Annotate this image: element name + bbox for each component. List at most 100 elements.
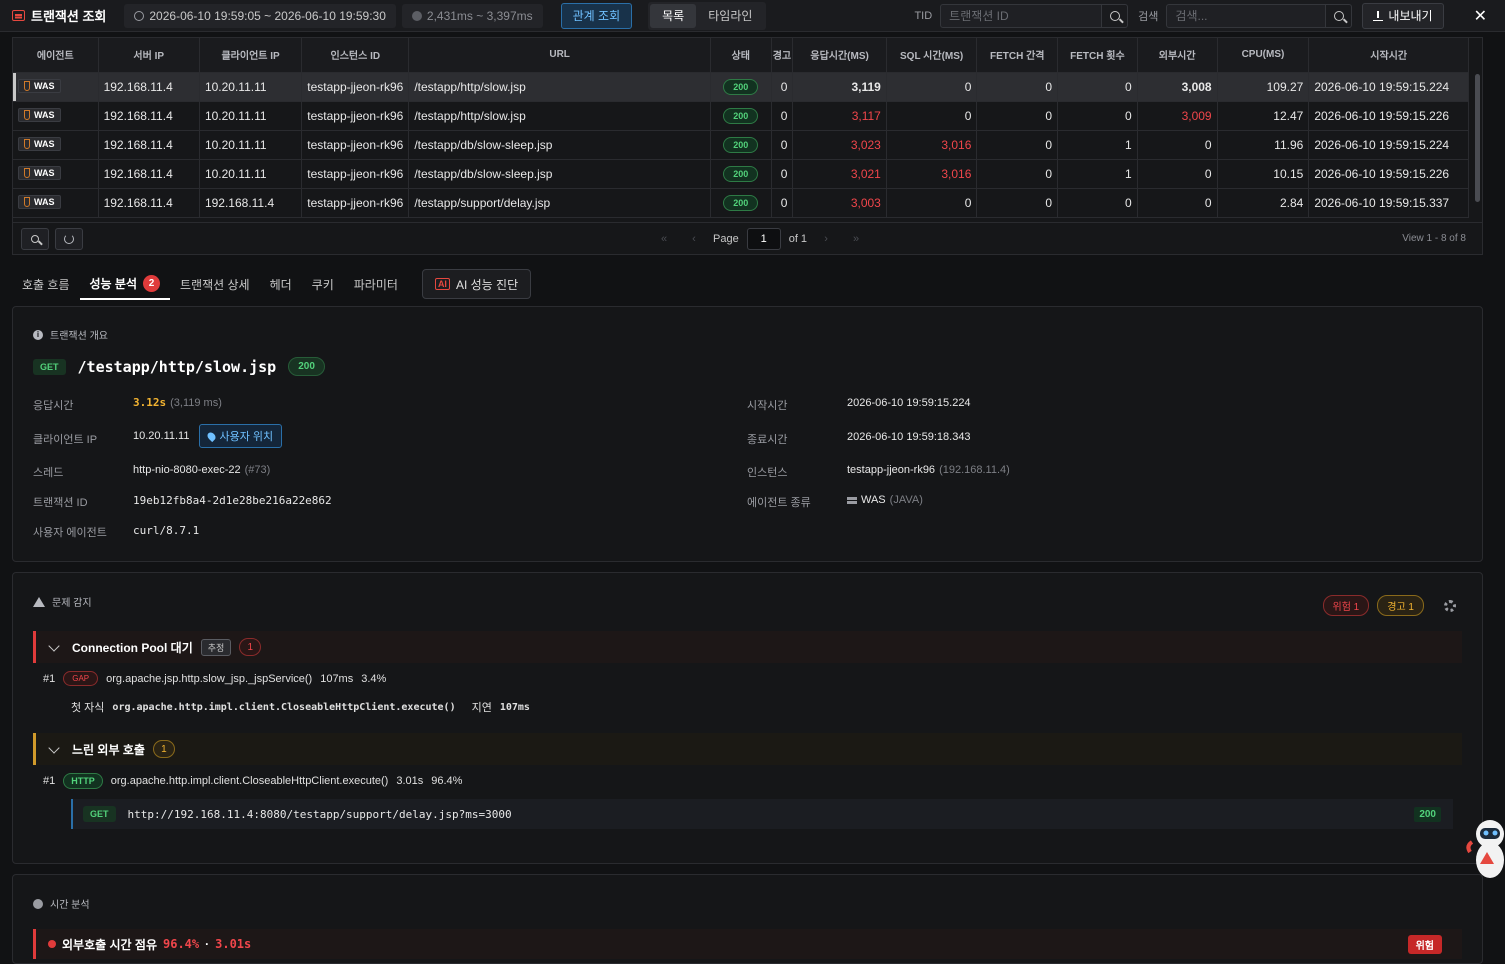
tid-input[interactable]: 트랜잭션 ID — [940, 3, 1103, 28]
start-cell: 2026-06-10 19:59:15.224 — [1308, 72, 1469, 102]
app-title: 트랜잭션 조회 — [0, 0, 118, 32]
external-url: http://192.168.11.4:8080/testapp/support… — [127, 807, 512, 821]
issue-group-slow-external[interactable]: 느린 외부 호출 1 — [33, 733, 1462, 765]
tab-tx-detail[interactable]: 트랜잭션 상세 — [170, 268, 260, 300]
url-cell: /testapp/db/slow-sleep.jsp — [408, 130, 711, 160]
col-header[interactable]: 상태 — [710, 38, 772, 73]
fetch-cnt-cell: 0 — [1057, 101, 1138, 131]
overview-panel: i 트랜잭션 개요 GET /testapp/http/slow.jsp 200… — [12, 306, 1483, 562]
time-range-chip[interactable]: 2026-06-10 19:59:05 ~ 2026-06-10 19:59:3… — [124, 3, 396, 28]
search-button[interactable] — [1326, 3, 1353, 28]
warn-cell: 0 — [771, 101, 794, 131]
tab-call-flow[interactable]: 호출 흐름 — [12, 268, 80, 300]
start-cell: 2026-06-10 19:59:15.224 — [1308, 130, 1469, 160]
http-tag: HTTP — [63, 773, 103, 789]
col-header[interactable]: SQL 시간(MS) — [886, 38, 978, 73]
fetch-gap-cell: 0 — [976, 159, 1059, 189]
external-request-row[interactable]: GET http://192.168.11.4:8080/testapp/sup… — [71, 799, 1453, 829]
tab-params[interactable]: 파라미터 — [344, 268, 408, 300]
fetch-gap-cell: 0 — [976, 101, 1059, 131]
search-input[interactable]: 검색... — [1166, 3, 1327, 28]
gauge-icon — [411, 10, 422, 21]
col-header[interactable]: 시작시간 — [1308, 38, 1469, 73]
col-header[interactable]: 서버 IP — [98, 38, 200, 73]
delay-label: 지연 — [471, 702, 492, 714]
view-list-button[interactable]: 목록 — [650, 3, 697, 28]
gear-icon[interactable] — [1444, 599, 1456, 612]
first-page-icon[interactable]: « — [653, 233, 675, 245]
close-icon[interactable]: ✕ — [1474, 6, 1487, 26]
chevron-down-icon[interactable] — [48, 640, 60, 652]
col-header-sorted[interactable]: 응답시간(MS) — [792, 38, 887, 73]
last-page-icon[interactable]: » — [845, 233, 867, 245]
issue-row[interactable]: #1 HTTP org.apache.http.impl.client.Clos… — [43, 773, 462, 789]
child-method: org.apache.http.impl.client.CloseableHtt… — [112, 701, 456, 713]
issue-row[interactable]: #1 GAP org.apache.jsp.http.slow_jsp._jsp… — [43, 671, 386, 686]
issue-group-title: 느린 외부 호출 — [72, 742, 145, 757]
start-label: 시작시간 — [747, 400, 788, 412]
col-header[interactable]: 클라이언트 IP — [199, 38, 303, 73]
time-analysis-heading: 시간 분석 — [33, 896, 90, 911]
client-ip-cell: 10.20.11.11 — [199, 130, 303, 160]
export-button[interactable]: 내보내기 — [1362, 2, 1444, 29]
tab-header[interactable]: 헤더 — [260, 268, 302, 300]
status-badge: 200 — [723, 136, 759, 153]
issue-group-conn-pool[interactable]: Connection Pool 대기 추정 1 — [33, 631, 1462, 663]
table-row[interactable]: WAS 192.168.11.4 10.20.11.11 testapp-jje… — [13, 72, 1469, 102]
view-timeline-button[interactable]: 타임라인 — [696, 4, 764, 28]
instance-cell: testapp-jjeon-rk96 — [301, 159, 410, 189]
end-label: 종료시간 — [747, 434, 788, 446]
thread-label: 스레드 — [33, 467, 64, 479]
method-badge: GET — [33, 358, 66, 375]
fetch-cnt-cell: 1 — [1057, 130, 1138, 160]
tab-cookie[interactable]: 쿠키 — [302, 268, 344, 300]
agent-cell: WAS — [13, 188, 99, 218]
cpu-cell: 109.27 — [1217, 72, 1310, 102]
col-header[interactable]: FETCH 횟수 — [1057, 38, 1138, 73]
time-item-time: 3.01s — [215, 937, 252, 951]
relation-query-button[interactable]: 관계 조회 — [560, 2, 633, 29]
table-header-row: 에이전트 서버 IP 클라이언트 IP 인스턴스 ID URL 상태 경고 응답… — [13, 38, 1469, 73]
agent-type-value: WAS (JAVA) — [847, 494, 923, 506]
server-ip-cell: 192.168.11.4 — [98, 72, 200, 102]
chevron-down-icon[interactable] — [48, 742, 60, 754]
col-header[interactable]: 에이전트 — [13, 38, 99, 73]
table-row[interactable]: WAS 192.168.11.4 10.20.11.11 testapp-jje… — [13, 130, 1469, 160]
status-cell: 200 — [710, 72, 772, 102]
prev-page-icon[interactable]: ‹ — [683, 233, 705, 245]
col-header[interactable]: 인스턴스 ID — [301, 38, 410, 73]
table-row[interactable]: WAS 192.168.11.4 10.20.11.11 testapp-jje… — [13, 159, 1469, 189]
status-cell: 200 — [710, 101, 772, 131]
view-count: View 1 - 8 of 8 — [1402, 233, 1466, 244]
ai-assistant-mascot-icon[interactable] — [1464, 812, 1505, 882]
table-scrollbar[interactable] — [1475, 74, 1480, 202]
col-header[interactable]: FETCH 간격 — [976, 38, 1059, 73]
col-header[interactable]: URL — [408, 38, 711, 73]
start-cell: 2026-06-10 19:59:15.226 — [1308, 159, 1469, 189]
resp-range-chip[interactable]: 2,431ms ~ 3,397ms — [401, 3, 543, 28]
refresh-button[interactable] — [55, 227, 83, 250]
next-page-icon[interactable]: › — [815, 233, 837, 245]
instance-cell: testapp-jjeon-rk96 — [301, 188, 410, 218]
url-cell: /testapp/support/delay.jsp — [408, 188, 711, 218]
ext-cell: 3,009 — [1137, 101, 1218, 131]
col-header[interactable]: CPU(MS) — [1217, 38, 1310, 73]
warning-icon — [33, 596, 45, 607]
tab-ai-diagnosis[interactable]: AI AI 성능 진단 — [421, 269, 532, 299]
client-ip-cell: 10.20.11.11 — [199, 159, 303, 189]
tab-performance[interactable]: 성능 분석 2 — [79, 268, 170, 300]
tid-search-button[interactable] — [1102, 3, 1129, 28]
col-header[interactable]: 외부시간 — [1137, 38, 1218, 73]
status-badge: 200 — [723, 165, 759, 182]
user-location-button[interactable]: 사용자 위치 — [199, 424, 283, 448]
ext-cell: 0 — [1137, 188, 1218, 218]
table-search-button[interactable] — [21, 227, 49, 250]
page-input[interactable]: 1 — [746, 227, 781, 250]
time-analysis-item[interactable]: 외부호출 시간 점유 96.4% · 3.01s 위험 — [33, 929, 1462, 959]
table-row[interactable]: WAS 192.168.11.4 192.168.11.4 testapp-jj… — [13, 188, 1469, 218]
table-row[interactable]: WAS 192.168.11.4 10.20.11.11 testapp-jje… — [13, 101, 1469, 131]
sql-cell: 0 — [886, 101, 978, 131]
client-ip-cell: 192.168.11.4 — [199, 188, 303, 218]
resp-value: 3.12s (3,119 ms) — [133, 396, 222, 409]
col-header[interactable]: 경고 — [771, 38, 794, 73]
